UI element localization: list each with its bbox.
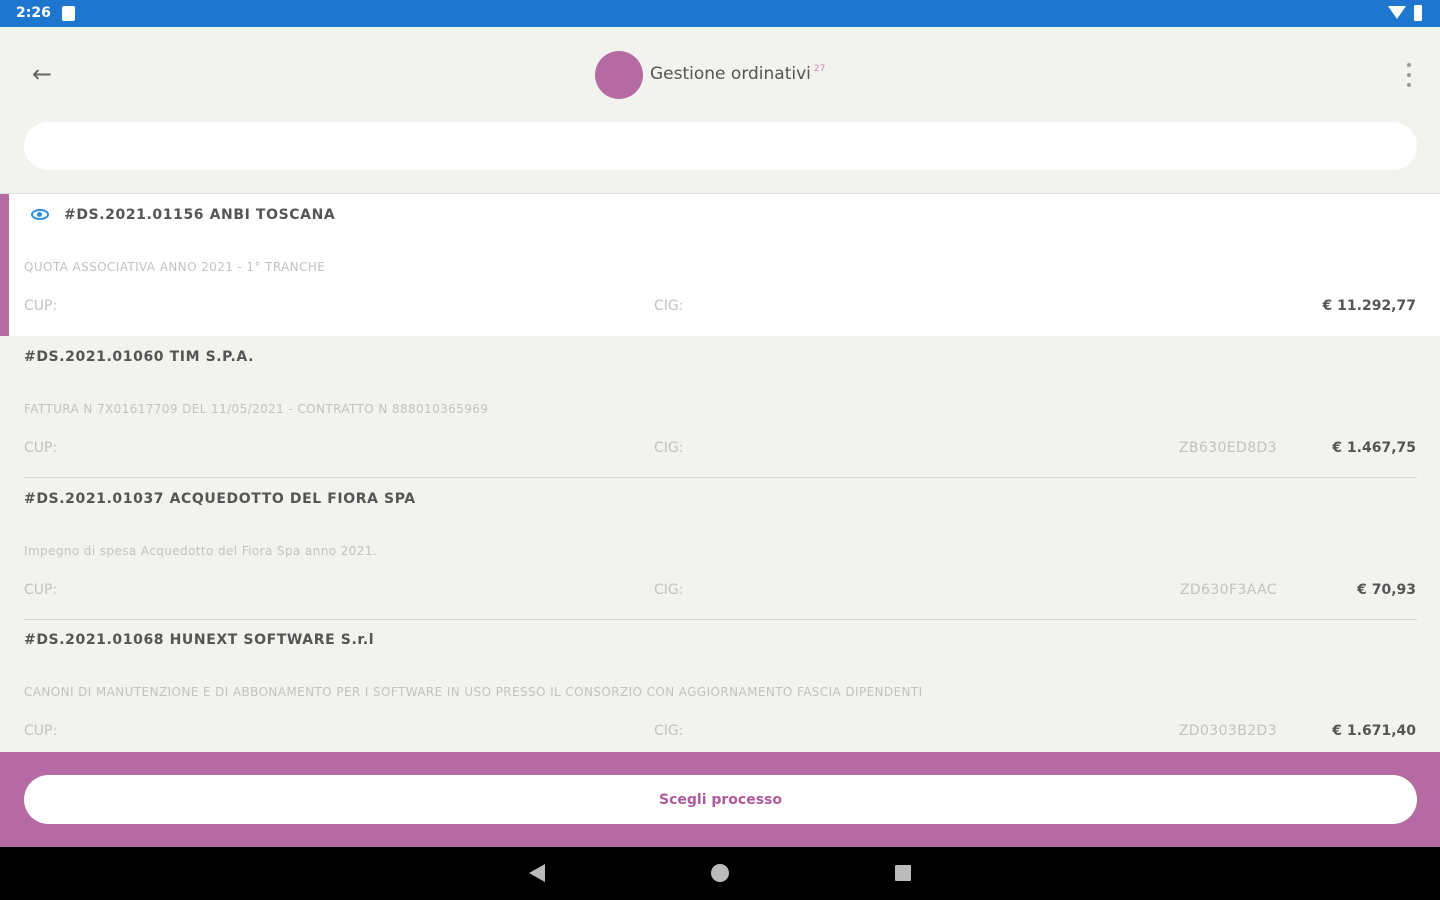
wifi-icon (1388, 6, 1406, 19)
order-description: CANONI DI MANUTENZIONE E DI ABBONAMENTO … (24, 685, 923, 699)
order-item[interactable]: #DS.2021.01068 HUNEXT SOFTWARE S.r.l CAN… (0, 619, 1440, 752)
back-button[interactable]: ← (26, 61, 58, 87)
system-nav-bar (0, 847, 1440, 900)
more-vertical-icon (1407, 63, 1411, 67)
order-amount: € 11.292,77 (1322, 298, 1416, 314)
more-options-button[interactable] (1396, 61, 1422, 89)
order-description: QUOTA ASSOCIATIVA ANNO 2021 - 1° TRANCHE (24, 260, 326, 274)
cig-label: CIG: (654, 440, 684, 456)
choose-process-button[interactable]: Scegli processo (24, 775, 1417, 824)
order-title: #DS.2021.01156 ANBI TOSCANA (64, 207, 336, 223)
cig-label: CIG: (654, 582, 684, 598)
page-title: Gestione ordinativi 27 (650, 64, 825, 84)
page-title-text: Gestione ordinativi (650, 64, 811, 84)
cup-label: CUP: (24, 298, 58, 314)
order-title: #DS.2021.01037 ACQUEDOTTO DEL FIORA SPA (24, 491, 416, 507)
sd-card-icon (62, 6, 75, 21)
order-amount: € 70,93 (1357, 582, 1416, 598)
nav-home-icon[interactable] (711, 864, 729, 882)
order-list: #DS.2021.01156 ANBI TOSCANA QUOTA ASSOCI… (0, 193, 1440, 752)
avatar (595, 51, 643, 99)
cig-label: CIG: (654, 298, 684, 314)
order-item-selected[interactable]: #DS.2021.01156 ANBI TOSCANA QUOTA ASSOCI… (0, 194, 1440, 336)
cup-label: CUP: (24, 582, 58, 598)
app-header: ← Gestione ordinativi 27 (0, 27, 1440, 123)
order-amount: € 1.467,75 (1332, 440, 1416, 456)
battery-icon (1414, 5, 1422, 21)
status-bar: 2:26 (0, 0, 1440, 27)
order-item[interactable]: #DS.2021.01060 TIM S.P.A. FATTURA N 7X01… (0, 336, 1440, 478)
nav-back-icon[interactable] (529, 864, 545, 882)
more-vertical-icon-dot (1407, 73, 1411, 77)
cup-label: CUP: (24, 440, 58, 456)
cig-value: ZD630F3AAC (1179, 582, 1277, 598)
order-title: #DS.2021.01068 HUNEXT SOFTWARE S.r.l (24, 632, 375, 648)
cig-value: ZB630ED8D3 (1178, 440, 1277, 456)
more-vertical-icon-dot (1407, 83, 1411, 87)
order-description: Impegno di spesa Acquedotto del Fiora Sp… (24, 544, 378, 558)
cig-label: CIG: (654, 723, 684, 739)
order-title: #DS.2021.01060 TIM S.P.A. (24, 349, 255, 365)
cup-label: CUP: (24, 723, 58, 739)
eye-icon[interactable] (31, 209, 49, 220)
order-item[interactable]: #DS.2021.01037 ACQUEDOTTO DEL FIORA SPA … (0, 478, 1440, 620)
order-description: FATTURA N 7X01617709 DEL 11/05/2021 - CO… (24, 402, 489, 416)
arrow-left-icon: ← (31, 60, 53, 88)
nav-recents-icon[interactable] (895, 865, 911, 881)
order-amount: € 1.671,40 (1332, 723, 1416, 739)
cig-value: ZD0303B2D3 (1178, 723, 1277, 739)
footer-bar: Scegli processo (0, 752, 1440, 847)
search-input[interactable] (24, 122, 1417, 170)
status-time: 2:26 (16, 5, 51, 21)
title-count-badge: 27 (813, 64, 826, 74)
